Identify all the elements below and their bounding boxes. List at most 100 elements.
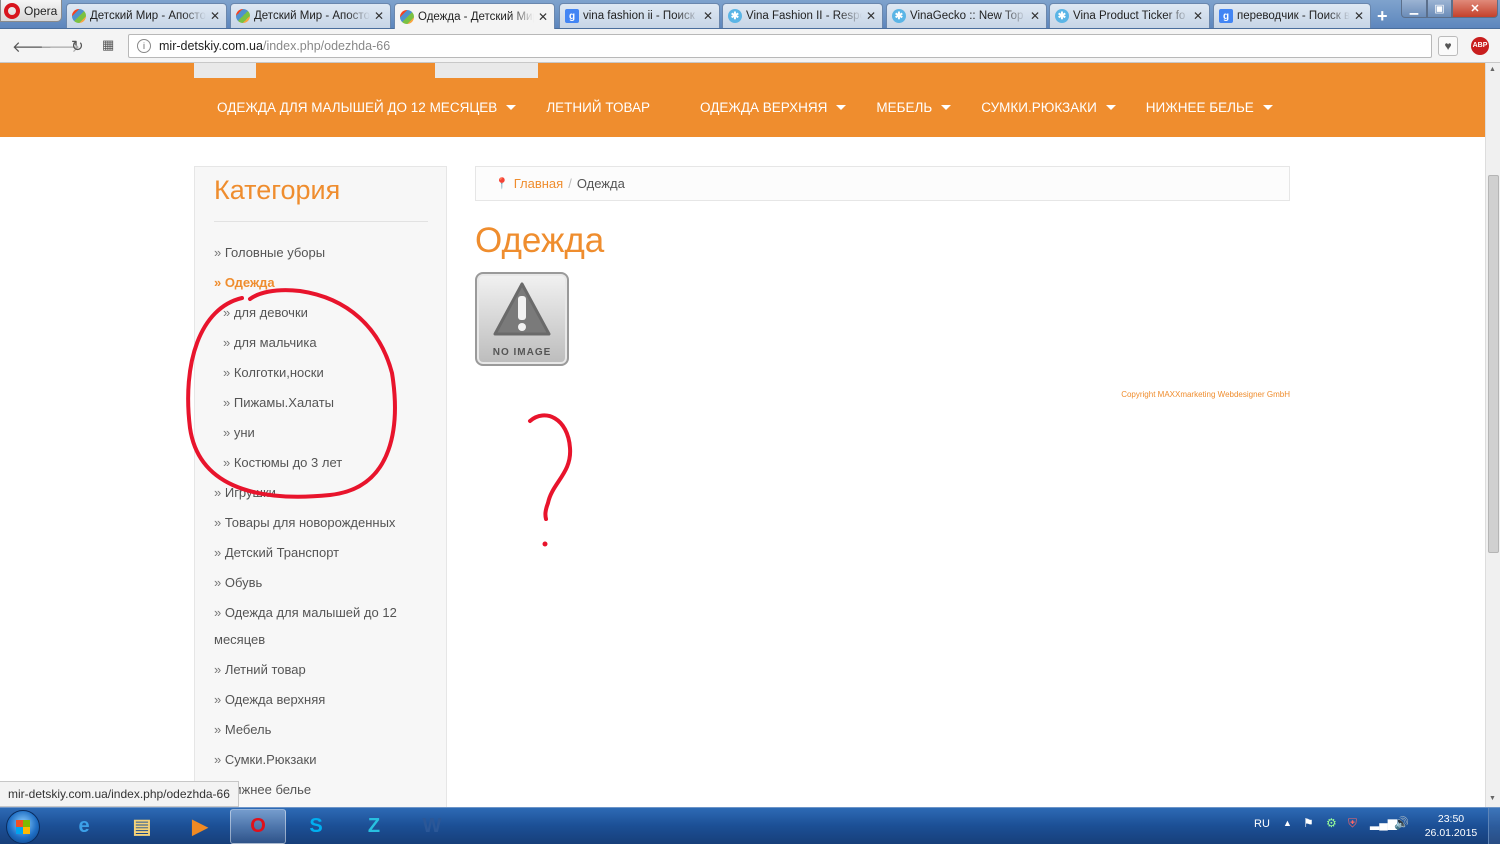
category-link[interactable]: Детский Транспорт bbox=[214, 539, 439, 566]
close-tab-icon[interactable]: ✕ bbox=[538, 10, 548, 24]
sidebar-title: Категория bbox=[214, 175, 341, 205]
address-toolbar: 🡐 🡒 ↻ ▦ i mir-detskiy.com.ua/index.php/o… bbox=[0, 29, 1500, 63]
action-center-flag-icon[interactable]: ⚑ bbox=[1303, 816, 1314, 830]
question-mark-dot bbox=[542, 541, 548, 547]
location-pin-icon: 📍 bbox=[495, 178, 509, 190]
browser-tab[interactable]: ✱ VinaGecko :: New Top ✕ bbox=[886, 3, 1047, 28]
media-player-icon[interactable]: ▶ bbox=[172, 809, 228, 844]
internet-explorer-icon[interactable]: e bbox=[56, 809, 112, 844]
nav-item[interactable]: ЛЕТНИЙ ТОВАР bbox=[546, 100, 650, 115]
network-icon[interactable]: ▂▄▆ bbox=[1370, 816, 1397, 830]
maximize-button[interactable]: ▣ bbox=[1427, 0, 1452, 18]
tab-title: Vina Product Ticker fo bbox=[1073, 10, 1186, 22]
nav-item-label: МЕБЕЛЬ bbox=[876, 100, 933, 115]
system-clock[interactable]: 23:50 26.01.2015 bbox=[1420, 812, 1482, 840]
category-link[interactable]: Мебель bbox=[214, 716, 439, 743]
caret-down-icon bbox=[941, 105, 952, 110]
close-tab-icon[interactable]: ✕ bbox=[866, 9, 876, 23]
close-tab-icon[interactable]: ✕ bbox=[374, 9, 384, 23]
reload-icon[interactable]: ↻ bbox=[71, 37, 84, 55]
category-link[interactable]: Обувь bbox=[214, 569, 439, 596]
tray-expand-icon[interactable]: ▲ bbox=[1283, 818, 1292, 828]
subcategory-link[interactable]: Костюмы до 3 лет bbox=[214, 449, 439, 476]
nav-item[interactable]: ОДЕЖДА ДЛЯ МАЛЫШЕЙ ДО 12 МЕСЯЦЕВ bbox=[217, 100, 517, 115]
tray-security-icon[interactable]: ⛨ bbox=[1348, 816, 1357, 831]
no-image-label: NO IMAGE bbox=[492, 347, 552, 358]
subcategory-link[interactable]: для мальчика bbox=[214, 329, 439, 356]
subcategory-link[interactable]: Колготки,носки bbox=[214, 359, 439, 386]
scroll-up-icon[interactable]: ▲ bbox=[1489, 66, 1496, 73]
language-indicator[interactable]: RU bbox=[1254, 818, 1270, 830]
copyright-link[interactable]: Copyright MAXXmarketing Webdesigner GmbH bbox=[1000, 390, 1290, 399]
z-app-icon[interactable]: Z bbox=[346, 809, 402, 844]
browser-tab[interactable]: ✱ Vina Product Ticker fo ✕ bbox=[1049, 3, 1210, 28]
stash-heart-icon[interactable]: ♥ bbox=[1438, 36, 1458, 56]
close-tab-icon[interactable]: ✕ bbox=[210, 9, 220, 23]
close-window-button[interactable]: ✕ bbox=[1452, 0, 1498, 18]
category-link[interactable]: Одежда верхняя bbox=[214, 686, 439, 713]
browser-tab[interactable]: Одежда - Детский Мир ✕ bbox=[394, 3, 555, 29]
close-tab-icon[interactable]: ✕ bbox=[1354, 9, 1364, 23]
opera-icon[interactable]: O bbox=[230, 809, 286, 844]
clock-date: 26.01.2015 bbox=[1424, 827, 1478, 839]
tab-title: переводчик - Поиск в bbox=[1237, 10, 1350, 22]
browser-tab[interactable]: Детский Мир - Апостол ✕ bbox=[66, 3, 227, 28]
browser-tab[interactable]: g vina fashion ii - Поиск ✕ bbox=[559, 3, 720, 28]
subcategory-link[interactable]: для девочки bbox=[214, 299, 439, 326]
nav-item[interactable]: НИЖНЕЕ БЕЛЬЕ bbox=[1146, 100, 1273, 115]
caret-down-icon bbox=[506, 105, 517, 110]
browser-tab[interactable]: ✱ Vina Fashion II - Respo ✕ bbox=[722, 3, 883, 28]
word-icon[interactable]: W bbox=[404, 809, 460, 844]
category-link[interactable]: Одежда для малышей до 12 месяцев bbox=[214, 599, 439, 653]
subcategory-link[interactable]: уни bbox=[214, 419, 439, 446]
browser-tab[interactable]: Детский Мир - Апостол ✕ bbox=[230, 3, 391, 28]
breadcrumb-home-link[interactable]: Главная bbox=[514, 176, 563, 191]
category-link[interactable]: Товары для новорожденных bbox=[214, 509, 439, 536]
page-scrollbar[interactable]: ▲ ▼ bbox=[1485, 63, 1500, 807]
show-desktop-button[interactable] bbox=[1488, 808, 1500, 844]
url-host: mir-detskiy.com.ua bbox=[159, 39, 263, 53]
close-tab-icon[interactable]: ✕ bbox=[703, 9, 713, 23]
category-link[interactable]: Одежда bbox=[214, 269, 439, 296]
nav-item[interactable]: ОДЕЖДА ВЕРХНЯЯ bbox=[700, 100, 847, 115]
nav-item[interactable]: СУМКИ.РЮКЗАКИ bbox=[981, 100, 1116, 115]
start-button[interactable] bbox=[6, 810, 40, 844]
nav-item-label: ЛЕТНИЙ ТОВАР bbox=[546, 100, 651, 115]
subcategory-link[interactable]: Пижамы.Халаты bbox=[214, 389, 439, 416]
tab-title: Детский Мир - Апостол bbox=[254, 10, 370, 22]
tab-title: VinaGecko :: New Top bbox=[910, 10, 1024, 22]
nav-item-label: СУМКИ.РЮКЗАКИ bbox=[981, 100, 1097, 115]
caret-down-icon bbox=[1105, 105, 1116, 110]
no-image-placeholder[interactable]: NO IMAGE bbox=[475, 272, 569, 366]
skype-icon[interactable]: S bbox=[288, 809, 344, 844]
category-link[interactable]: Нижнее белье bbox=[214, 776, 439, 803]
browser-tab[interactable]: g переводчик - Поиск в ✕ bbox=[1213, 3, 1371, 28]
scroll-thumb[interactable] bbox=[1488, 175, 1499, 553]
category-link[interactable]: Летний товар bbox=[214, 656, 439, 683]
speed-dial-icon[interactable]: ▦ bbox=[102, 37, 114, 53]
file-explorer-icon[interactable]: ▤ bbox=[114, 809, 170, 844]
category-link[interactable]: Сумки.Рюкзаки bbox=[214, 746, 439, 773]
adblock-icon[interactable]: ABP bbox=[1471, 37, 1489, 55]
category-link[interactable]: Головные уборы bbox=[214, 239, 439, 266]
breadcrumb-separator: / bbox=[568, 176, 572, 191]
breadcrumb-current: Одежда bbox=[576, 176, 625, 191]
top-tab-stub bbox=[194, 63, 256, 78]
tab-title: Одежда - Детский Мир bbox=[418, 10, 534, 23]
minimize-button[interactable]: ▁ bbox=[1401, 0, 1427, 18]
volume-icon[interactable]: 🔊 bbox=[1394, 816, 1409, 830]
nav-item-label: НИЖНЕЕ БЕЛЬЕ bbox=[1145, 100, 1254, 115]
opera-menu-button[interactable]: Opera bbox=[0, 0, 62, 22]
close-tab-icon[interactable]: ✕ bbox=[1030, 9, 1040, 23]
category-list: Головные уборы Одежда для девочки для мальч… bbox=[214, 239, 439, 806]
tray-app-icon[interactable]: ⚙ bbox=[1326, 816, 1337, 830]
site-info-icon[interactable]: i bbox=[137, 39, 151, 53]
category-link[interactable]: Игрушки bbox=[214, 479, 439, 506]
nav-item-label: ОДЕЖДА ДЛЯ МАЛЫШЕЙ ДО 12 МЕСЯЦЕВ bbox=[217, 100, 498, 115]
nav-item[interactable]: МЕБЕЛЬ bbox=[876, 100, 952, 115]
new-tab-button[interactable]: + bbox=[1377, 6, 1388, 27]
address-field[interactable]: i mir-detskiy.com.ua/index.php/odezhda-6… bbox=[128, 34, 1432, 58]
joomla-icon bbox=[400, 9, 414, 24]
close-tab-icon[interactable]: ✕ bbox=[1193, 9, 1203, 23]
scroll-down-icon[interactable]: ▼ bbox=[1489, 795, 1496, 802]
